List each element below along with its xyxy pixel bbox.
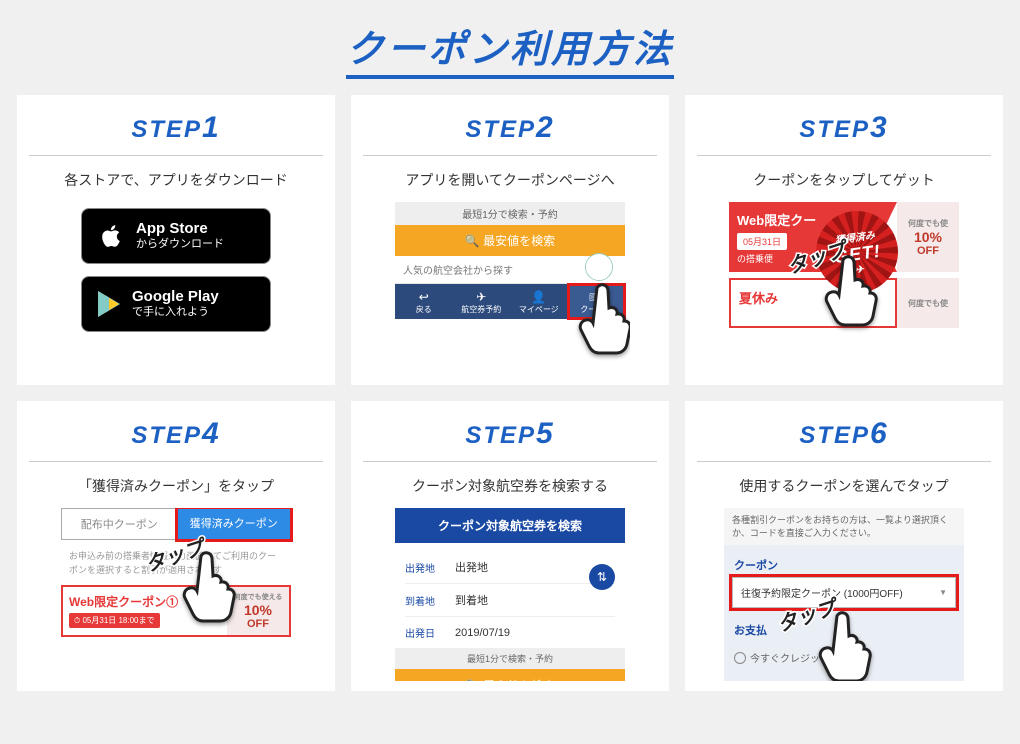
step-card-2: STEP2 アプリを開いてクーポンページへ 最短1分で検索・予約 最安値を検索 …	[351, 95, 669, 385]
step-desc: 各ストアで、アプリをダウンロード	[64, 170, 287, 190]
select-note: 各種割引クーポンをお持ちの方は、一覧より選択頂くか、コードを直接ご入力ください。	[724, 508, 964, 545]
step-label: STEP5	[465, 417, 554, 451]
steps-grid: STEP1 各ストアで、アプリをダウンロード App Storeからダウンロード…	[0, 85, 1020, 691]
swap-icon: ⇅	[589, 564, 615, 590]
google-play-badge[interactable]: Google Playで手に入れよう	[81, 276, 271, 332]
divider	[697, 461, 991, 462]
step-desc: アプリを開いてクーポンページへ	[405, 170, 614, 190]
nav-coupon: 🎟クーポン	[568, 284, 626, 319]
tab-distributing: 配布中クーポン	[61, 508, 177, 540]
step-desc: 「獲得済みクーポン」をタップ	[78, 476, 274, 496]
divider	[697, 155, 991, 156]
search-header: クーポン対象航空券を検索	[395, 508, 625, 543]
step-visual: 各種割引クーポンをお持ちの方は、一覧より選択頂くか、コードを直接ご入力ください。…	[724, 508, 964, 681]
tabs-mock: 配布中クーポン 獲得済みクーポン お申込み前の搭乗者情報入力画面にてご利用のクー…	[61, 508, 291, 641]
coupon-right: 何度でも使 10%OFF	[897, 202, 959, 272]
step-visual: 配布中クーポン 獲得済みクーポン お申込み前の搭乗者情報入力画面にてご利用のクー…	[56, 508, 296, 681]
search-btn: 最安値を検索	[395, 669, 625, 681]
step-visual: 最短1分で検索・予約 最安値を検索 人気の航空会社から探す ↩戻る ✈航空券予約…	[390, 202, 630, 375]
step-label: STEP4	[131, 417, 220, 451]
chevron-down-icon: ▼	[939, 588, 947, 597]
coupon-section-label: クーポン	[732, 553, 956, 577]
nav-back: ↩戻る	[395, 284, 453, 319]
step-desc: クーポン対象航空券を検索する	[412, 476, 608, 496]
app-store-sub: からダウンロード	[136, 238, 224, 251]
step-visual: App Storeからダウンロード Google Playで手に入れよう	[56, 202, 296, 375]
app-store-badge[interactable]: App Storeからダウンロード	[81, 208, 271, 264]
nav-booking: ✈航空券予約	[453, 284, 511, 319]
step-card-3: STEP3 クーポンをタップしてゲット Web限定クー 05月31日 の搭乗便 …	[685, 95, 1003, 385]
step-label: STEP1	[131, 111, 220, 145]
step-visual: Web限定クー 05月31日 の搭乗便 何度でも使 10%OFF 夏休み 何度で…	[724, 202, 964, 375]
google-play-name: Google Play	[132, 288, 219, 306]
step-card-4: STEP4 「獲得済みクーポン」をタップ 配布中クーポン 獲得済みクーポン お申…	[17, 401, 335, 691]
mock-tagline: 最短1分で検索・予約	[395, 202, 625, 225]
page-title: クーポン利用方法	[0, 0, 1020, 85]
step-desc: クーポンをタップしてゲット	[753, 170, 935, 190]
touch-ripple-icon	[586, 254, 612, 280]
coupon-card: Web限定クーポン① ⏱ 05月31日 18:00まで 何度でも使える10%OF…	[61, 585, 291, 637]
step-label: STEP2	[465, 111, 554, 145]
step-card-6: STEP6 使用するクーポンを選んでタップ 各種割引クーポンをお持ちの方は、一覧…	[685, 401, 1003, 691]
coupon-select: 往復予約限定クーポン (1000円OFF)▼	[732, 577, 956, 608]
nav-mypage: 👤マイページ	[510, 284, 568, 319]
step-label: STEP6	[799, 417, 888, 451]
divider	[29, 461, 323, 462]
apple-icon	[98, 223, 124, 249]
search-mock: クーポン対象航空券を検索 出発地出発地 到着地到着地 出発日2019/07/19…	[395, 508, 625, 681]
app-store-name: App Store	[136, 220, 224, 238]
step-desc: 使用するクーポンを選んでタップ	[739, 476, 948, 496]
mock-search-bar: 最安値を検索	[395, 225, 625, 256]
step-card-1: STEP1 各ストアで、アプリをダウンロード App Storeからダウンロード…	[17, 95, 335, 385]
divider	[29, 155, 323, 156]
divider	[363, 461, 657, 462]
divider	[363, 155, 657, 156]
step-card-5: STEP5 クーポン対象航空券を検索する クーポン対象航空券を検索 出発地出発地…	[351, 401, 669, 691]
google-play-sub: で手に入れよう	[132, 306, 219, 319]
search-tagline: 最短1分で検索・予約	[395, 648, 625, 669]
coupon2-right: 何度でも使	[897, 278, 959, 328]
step-label: STEP3	[799, 111, 888, 145]
google-play-icon	[98, 291, 120, 317]
mock-bottom-nav: ↩戻る ✈航空券予約 👤マイページ 🎟クーポン	[395, 284, 625, 319]
step-visual: クーポン対象航空券を検索 出発地出発地 到着地到着地 出発日2019/07/19…	[390, 508, 630, 681]
